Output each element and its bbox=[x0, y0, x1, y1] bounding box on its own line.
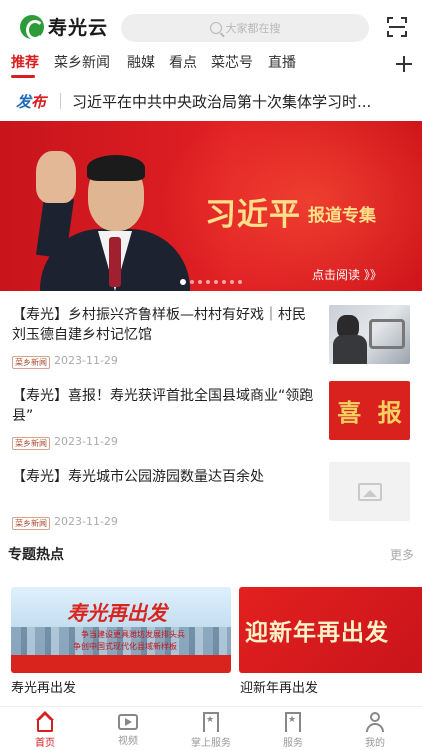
tab-rongmei[interactable]: 融媒 bbox=[127, 52, 155, 72]
news-date: 2023-11-29 bbox=[54, 435, 118, 448]
scan-icon[interactable] bbox=[387, 17, 407, 37]
search-input[interactable]: 大家都在搜 bbox=[121, 14, 369, 42]
divider bbox=[60, 93, 61, 109]
topic-card[interactable]: 迎新年再出发 bbox=[239, 587, 422, 673]
video-icon bbox=[118, 714, 138, 730]
topic-image-title: 寿光再出发 bbox=[67, 601, 167, 625]
channel-tabs: 推荐 菜乡新闻 融媒 看点 菜芯号 直播 bbox=[0, 52, 422, 78]
news-tag: 菜乡新闻 bbox=[12, 356, 50, 369]
nav-label: 首页 bbox=[35, 738, 55, 749]
bookmark-icon bbox=[285, 712, 301, 732]
search-icon bbox=[209, 22, 222, 34]
news-thumbnail[interactable]: 喜报 bbox=[329, 381, 410, 440]
banner-portrait bbox=[35, 141, 190, 291]
section-title: 专题热点 bbox=[8, 547, 64, 563]
banner-subtitle: 报道专集 bbox=[308, 206, 376, 226]
nav-label: 视频 bbox=[118, 736, 138, 747]
news-title[interactable]: 【寿光】寿光城市公园游园数量达百余处 bbox=[12, 467, 314, 487]
news-date: 2023-11-29 bbox=[54, 354, 118, 367]
top-header: 寿光云 大家都在搜 bbox=[0, 0, 422, 52]
news-tag: 菜乡新闻 bbox=[12, 437, 50, 450]
banner-title: 习近平 bbox=[205, 197, 301, 233]
news-title[interactable]: 【寿光】喜报！寿光获评首批全国县域商业“领跑县” bbox=[12, 386, 314, 426]
nav-home[interactable]: 首页 bbox=[15, 711, 75, 749]
logo-icon bbox=[20, 14, 44, 40]
news-thumbnail[interactable] bbox=[329, 462, 410, 521]
home-icon bbox=[36, 711, 54, 732]
app-screen: 寿光云 大家都在搜 推荐 菜乡新闻 融媒 看点 菜芯号 直播 发布 习近平在中共… bbox=[0, 0, 422, 750]
carousel-dot[interactable] bbox=[198, 280, 202, 284]
news-item[interactable]: 【寿光】喜报！寿光获评首批全国县域商业“领跑县” 菜乡新闻 2023-11-29… bbox=[0, 381, 422, 466]
topic-image-line: 争创中国式现代化县域新样板 bbox=[73, 642, 177, 651]
headline-text[interactable]: 习近平在中共中央政治局第十次集体学习时... bbox=[72, 91, 412, 112]
news-date: 2023-11-29 bbox=[54, 515, 118, 528]
release-badge: 发布 bbox=[16, 93, 47, 111]
news-tag: 菜乡新闻 bbox=[12, 517, 50, 530]
news-title[interactable]: 【寿光】乡村振兴齐鲁样板—村村有好戏｜村民刘玉德自建乡村记忆馆 bbox=[12, 305, 314, 345]
carousel-dot[interactable] bbox=[206, 280, 210, 284]
tab-caixinhao[interactable]: 菜芯号 bbox=[211, 52, 253, 72]
tab-live[interactable]: 直播 bbox=[268, 52, 296, 72]
carousel-dot[interactable] bbox=[214, 280, 218, 284]
news-item[interactable]: 【寿光】寿光城市公园游园数量达百余处 菜乡新闻 2023-11-29 bbox=[0, 462, 422, 547]
headline-ticker[interactable]: 发布 习近平在中共中央政治局第十次集体学习时... bbox=[0, 83, 422, 119]
news-item[interactable]: 【寿光】乡村振兴齐鲁样板—村村有好戏｜村民刘玉德自建乡村记忆馆 菜乡新闻 202… bbox=[0, 305, 422, 385]
nav-service[interactable]: 服务 bbox=[263, 712, 323, 749]
topic-image-title: 迎新年再出发 bbox=[245, 620, 389, 646]
app-name: 寿光云 bbox=[48, 17, 109, 39]
carousel-indicator bbox=[180, 279, 242, 285]
tab-kandian[interactable]: 看点 bbox=[169, 52, 197, 72]
nav-label: 我的 bbox=[365, 738, 385, 749]
carousel-dot[interactable] bbox=[230, 280, 234, 284]
carousel-dot[interactable] bbox=[190, 280, 194, 284]
search-placeholder: 大家都在搜 bbox=[225, 22, 281, 35]
read-more-link[interactable]: 点击阅读 》》 bbox=[312, 266, 382, 283]
nav-label: 掌上服务 bbox=[191, 738, 231, 749]
topic-image-line: 争当建设更具潍坊发展排头兵 bbox=[81, 630, 185, 639]
more-link[interactable]: 更多 bbox=[390, 546, 414, 563]
add-channel-icon[interactable] bbox=[396, 56, 412, 72]
app-logo: 寿光云 bbox=[20, 13, 108, 40]
carousel-dot[interactable] bbox=[180, 279, 186, 285]
active-tab-indicator bbox=[11, 75, 35, 78]
tab-caixiang-news[interactable]: 菜乡新闻 bbox=[54, 52, 110, 72]
tab-recommend[interactable]: 推荐 bbox=[11, 52, 39, 72]
carousel-dot[interactable] bbox=[222, 280, 226, 284]
bookmark-icon bbox=[203, 712, 219, 732]
nav-label: 服务 bbox=[283, 738, 303, 749]
user-icon bbox=[365, 712, 385, 732]
news-thumbnail[interactable] bbox=[329, 305, 410, 364]
topic-card[interactable]: 寿光再出发 争当建设更具潍坊发展排头兵 争创中国式现代化县域新样板 bbox=[11, 587, 231, 673]
topic-caption[interactable]: 寿光再出发 bbox=[11, 677, 76, 696]
image-placeholder-icon bbox=[357, 482, 382, 501]
bottom-nav: 首页 视频 掌上服务 服务 我的 bbox=[0, 706, 422, 750]
carousel-dot[interactable] bbox=[238, 280, 242, 284]
topic-caption[interactable]: 迎新年再出发 bbox=[240, 677, 318, 696]
nav-video[interactable]: 视频 bbox=[98, 712, 158, 747]
hero-banner[interactable]: 习近平 报道专集 点击阅读 》》 bbox=[0, 121, 422, 291]
nav-mobile-service[interactable]: 掌上服务 bbox=[181, 712, 241, 749]
nav-mine[interactable]: 我的 bbox=[345, 712, 405, 749]
